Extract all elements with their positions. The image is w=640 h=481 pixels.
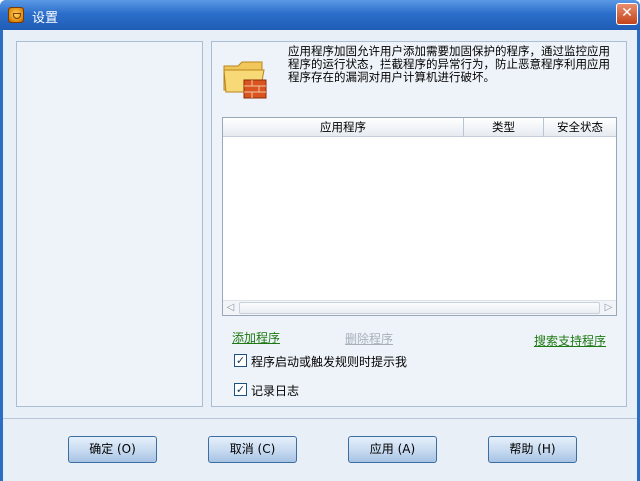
cancel-button[interactable]: 取消 (C) [208, 436, 297, 463]
apply-button[interactable]: 应用 (A) [348, 436, 437, 463]
app-hardening-panel: 应用程序加固允许用户添加需要加固保护的程序，通过监控应用程序的运行状态，拦截程序… [211, 41, 627, 407]
dialog-body: 应用程序加固允许用户添加需要加固保护的程序，通过监控应用程序的运行状态，拦截程序… [3, 30, 637, 481]
checkbox-checked-icon[interactable]: ✓ [234, 354, 247, 367]
search-supported-programs-link[interactable]: 搜索支持程序 [534, 332, 606, 349]
record-log-label: 记录日志 [251, 384, 300, 398]
delete-program-link[interactable]: 删除程序 [345, 330, 393, 347]
scroll-thumb[interactable] [239, 302, 600, 314]
folder-firewall-icon [223, 61, 267, 99]
feature-description: 应用程序加固允许用户添加需要加固保护的程序，通过监控应用程序的运行状态，拦截程序… [288, 44, 610, 84]
window-title: 设置 [32, 11, 59, 26]
prompt-on-trigger-option[interactable]: ✓ 程序启动或触发规则时提示我 [234, 353, 434, 369]
prompt-on-trigger-label: 程序启动或触发规则时提示我 [251, 355, 408, 369]
column-header-type[interactable]: 类型 [464, 118, 544, 137]
checkbox-checked-icon[interactable]: ✓ [234, 383, 247, 396]
column-header-status[interactable]: 安全状态 [544, 118, 616, 137]
table-header: 应用程序 类型 安全状态 [223, 118, 616, 137]
category-list-panel[interactable] [16, 41, 203, 407]
program-table[interactable]: 应用程序 类型 安全状态 ◁ ▷ [222, 117, 617, 316]
add-program-link[interactable]: 添加程序 [232, 329, 280, 346]
shield-app-icon [8, 7, 24, 23]
ok-button[interactable]: 确定 (O) [68, 436, 157, 463]
scroll-right-icon[interactable]: ▷ [601, 301, 616, 315]
horizontal-scrollbar[interactable]: ◁ ▷ [223, 300, 616, 315]
footer-divider [3, 418, 637, 419]
record-log-option[interactable]: ✓ 记录日志 [234, 382, 434, 398]
titlebar[interactable]: 设置 ✕ [0, 0, 640, 30]
column-header-program[interactable]: 应用程序 [223, 118, 464, 137]
close-button[interactable]: ✕ [616, 3, 638, 25]
settings-window: 设置 ✕ 应用程序加固允许用户添加需要加固保护的程序，通过监控应用程序的运行状态… [0, 0, 640, 481]
help-button[interactable]: 帮助 (H) [488, 436, 577, 463]
scroll-left-icon[interactable]: ◁ [223, 301, 238, 315]
